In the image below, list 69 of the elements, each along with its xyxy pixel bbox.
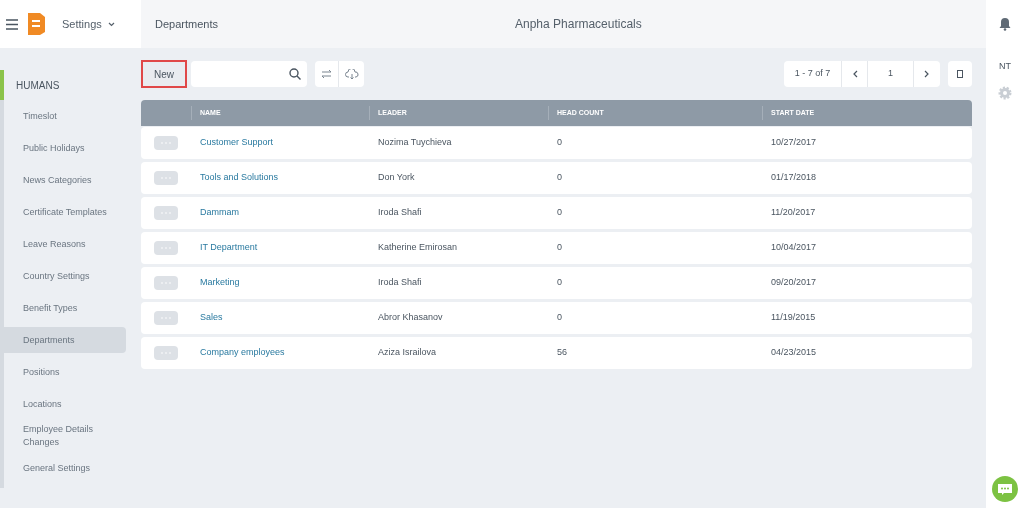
sidebar-item[interactable]: Benefit Types bbox=[4, 295, 126, 321]
row-actions-button[interactable] bbox=[154, 276, 178, 290]
table-cell: 0 bbox=[557, 242, 562, 253]
table-cell: Iroda Shafi bbox=[378, 277, 422, 288]
table-cell: Abror Khasanov bbox=[378, 312, 443, 323]
sidebar-item[interactable]: General Settings bbox=[4, 455, 126, 481]
chevron-left-icon bbox=[851, 70, 858, 78]
table-cell: Aziza Israilova bbox=[378, 347, 437, 358]
page-icon-button[interactable] bbox=[948, 61, 972, 87]
breadcrumb[interactable]: Departments bbox=[155, 15, 455, 33]
table-cell: 0 bbox=[557, 172, 562, 183]
table-cell: 09/20/2017 bbox=[771, 277, 817, 288]
name-link[interactable]: IT Department bbox=[200, 242, 258, 253]
name-link[interactable]: Marketing bbox=[200, 277, 240, 288]
sidebar-item[interactable]: Country Settings bbox=[4, 263, 126, 289]
row-actions-button[interactable] bbox=[154, 346, 178, 360]
page-icon bbox=[957, 70, 963, 78]
new-button[interactable]: New bbox=[141, 60, 187, 88]
name-link[interactable]: Customer Support bbox=[200, 137, 274, 148]
row-actions-button[interactable] bbox=[154, 136, 178, 150]
table-cell: 0 bbox=[557, 312, 562, 323]
chat-icon[interactable] bbox=[992, 476, 1018, 502]
chevron-right-icon bbox=[924, 70, 930, 78]
sidebar-item[interactable]: Leave Reasons bbox=[4, 231, 126, 257]
row-actions-button[interactable] bbox=[154, 311, 178, 325]
search-icon[interactable] bbox=[289, 68, 301, 80]
table-cell: 0 bbox=[557, 137, 562, 148]
notification-bell-icon[interactable] bbox=[999, 17, 1011, 31]
chevron-down-icon bbox=[107, 21, 115, 27]
table-cell: 04/23/2015 bbox=[771, 347, 817, 358]
sidebar-item[interactable]: Departments bbox=[4, 327, 126, 353]
sidebar-item[interactable]: Positions bbox=[4, 359, 126, 385]
table-cell: Don York bbox=[378, 172, 415, 183]
table-cell: Katherine Emirosan bbox=[378, 242, 458, 253]
page-range: 1 - 7 of 7 bbox=[784, 61, 842, 87]
menu-icon[interactable] bbox=[6, 18, 18, 30]
sync-icon bbox=[321, 69, 332, 79]
settings-dropdown[interactable]: Settings bbox=[62, 15, 115, 33]
table-cell: Nozima Tuychieva bbox=[378, 137, 452, 148]
cloud-download-icon bbox=[344, 68, 359, 80]
row-actions-button[interactable] bbox=[154, 206, 178, 220]
table-cell: 11/19/2015 bbox=[771, 312, 816, 323]
table-cell: 01/17/2018 bbox=[771, 172, 817, 183]
search-field[interactable] bbox=[191, 61, 307, 87]
name-link[interactable]: Sales bbox=[200, 312, 223, 323]
sidebar-item[interactable]: Certificate Templates bbox=[4, 199, 126, 225]
user-initials[interactable]: NT bbox=[999, 60, 1011, 74]
section-heading: HUMANS bbox=[16, 78, 60, 93]
table-cell: 56 bbox=[557, 347, 567, 358]
row-actions-button[interactable] bbox=[154, 171, 178, 185]
sidebar-item[interactable]: News Categories bbox=[4, 167, 126, 193]
table-cell: 11/20/2017 bbox=[771, 207, 816, 218]
sidebar-item[interactable]: Public Holidays bbox=[4, 135, 126, 161]
sidebar-item[interactable]: Locations bbox=[4, 391, 126, 417]
sidebar-item[interactable]: Employee Details Changes bbox=[4, 423, 126, 449]
row-actions-button[interactable] bbox=[154, 241, 178, 255]
name-link[interactable]: Company employees bbox=[200, 347, 285, 358]
sidebar-item[interactable]: Timeslot bbox=[4, 103, 126, 129]
settings-icon[interactable] bbox=[998, 85, 1012, 100]
page-number-field[interactable]: 1 bbox=[868, 61, 914, 87]
table-cell: 0 bbox=[557, 277, 562, 288]
table-cell: Iroda Shafi bbox=[378, 207, 422, 218]
table-cell: 10/04/2017 bbox=[771, 242, 817, 253]
logo-icon bbox=[26, 12, 46, 36]
company-name: Anpha Pharmaceuticals bbox=[515, 16, 642, 33]
table-cell: 10/27/2017 bbox=[771, 137, 817, 148]
table-cell: 0 bbox=[557, 207, 562, 218]
name-link[interactable]: Dammam bbox=[200, 207, 239, 218]
name-link[interactable]: Tools and Solutions bbox=[200, 172, 279, 183]
